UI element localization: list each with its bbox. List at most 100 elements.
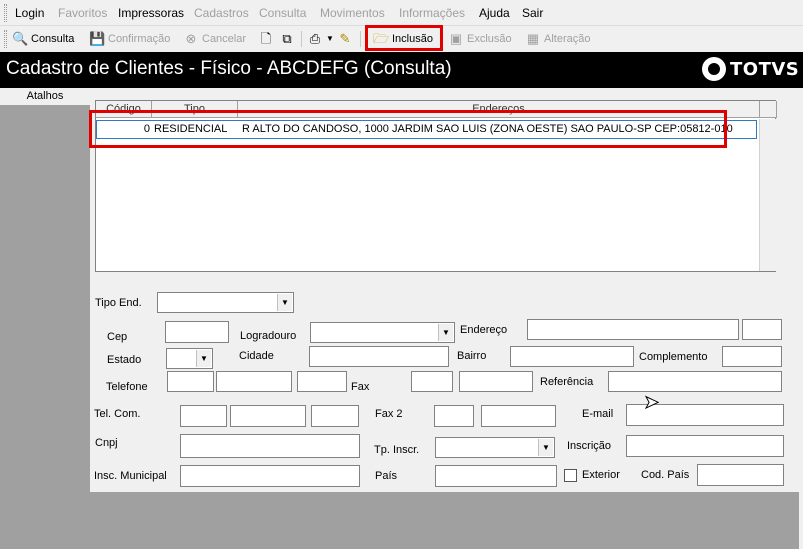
- email-label: E-mail: [582, 408, 614, 420]
- inclusao-highlight-box: [365, 25, 443, 51]
- cancelar-button[interactable]: ⊗ Cancelar: [183, 29, 246, 49]
- fax2-label: Fax 2: [375, 408, 403, 420]
- estado-label: Estado: [107, 354, 142, 366]
- alteracao-label: Alteração: [544, 33, 591, 45]
- menu-informacoes[interactable]: Informações: [399, 6, 465, 20]
- menu-cadastros[interactable]: Cadastros: [194, 6, 249, 20]
- toolbar-grip: [4, 30, 7, 48]
- shortcuts-header[interactable]: Atalhos: [0, 88, 90, 105]
- bairro-field[interactable]: [510, 346, 634, 367]
- cep-field[interactable]: [165, 321, 229, 343]
- confirmacao-label: Confirmação: [108, 33, 171, 45]
- tp-inscr-select[interactable]: ▼: [435, 437, 555, 458]
- tel-com-ddd-field[interactable]: [180, 405, 227, 427]
- tel-com-number-field[interactable]: [230, 405, 306, 427]
- menu-consulta[interactable]: Consulta: [259, 6, 306, 20]
- menu-grip: [4, 4, 7, 22]
- exclusao-label: Exclusão: [467, 33, 512, 45]
- complemento-label: Complemento: [639, 351, 708, 363]
- new-document-icon: 🗋: [260, 31, 272, 46]
- search-edit-button[interactable]: ✎: [337, 29, 353, 49]
- chevron-down-icon[interactable]: ▼: [538, 439, 553, 456]
- row-highlight-box: [89, 110, 727, 148]
- cnpj-label: Cnpj: [95, 437, 118, 449]
- cidade-label: Cidade: [239, 350, 274, 362]
- cod-pais-field[interactable]: [697, 464, 784, 486]
- telefone-ramal-field[interactable]: [297, 371, 347, 392]
- referencia-field[interactable]: [608, 371, 782, 392]
- exterior-checkbox[interactable]: [564, 469, 577, 482]
- numero-field[interactable]: [742, 319, 782, 340]
- alteracao-button[interactable]: ▦ Alteração: [525, 29, 591, 49]
- edit-icon: ▦: [526, 31, 540, 46]
- search-edit-icon: ✎: [339, 31, 351, 46]
- confirmacao-button[interactable]: 💾 Confirmação: [89, 29, 170, 49]
- totvs-logo: TOTVS: [702, 57, 799, 81]
- estado-select[interactable]: ▼: [166, 348, 213, 369]
- inscricao-field[interactable]: [626, 435, 784, 457]
- menu-impressoras[interactable]: Impressoras: [118, 6, 184, 20]
- consulta-button[interactable]: 🔍 Consulta: [12, 29, 74, 49]
- menu-bar: Login Favoritos Impressoras Cadastros Co…: [0, 0, 803, 26]
- endereco-field[interactable]: [527, 319, 739, 340]
- cep-label: Cep: [107, 331, 128, 343]
- menu-login[interactable]: Login: [15, 6, 44, 20]
- consulta-label: Consulta: [31, 33, 75, 45]
- chevron-down-icon[interactable]: ▼: [277, 294, 292, 311]
- cnpj-field[interactable]: [180, 434, 360, 458]
- logradouro-select[interactable]: ▼: [310, 322, 455, 343]
- print-button[interactable]: ⎙ ▼: [307, 29, 334, 49]
- delete-icon: ▣: [449, 31, 463, 46]
- tel-com-label: Tel. Com.: [94, 408, 141, 420]
- insc-municipal-field[interactable]: [180, 465, 360, 487]
- grid-scrollbar[interactable]: [759, 119, 776, 271]
- fax2-ddd-field[interactable]: [434, 405, 474, 427]
- complemento-field[interactable]: [722, 346, 782, 367]
- tp-inscr-label: Tp. Inscr.: [374, 444, 420, 456]
- fax-number-field[interactable]: [459, 371, 533, 392]
- save-icon: 💾: [89, 31, 106, 46]
- totvs-logo-icon: [702, 57, 726, 81]
- chevron-down-icon[interactable]: ▼: [196, 350, 211, 367]
- referencia-label: Referência: [540, 376, 594, 388]
- pais-label: País: [375, 470, 398, 482]
- telefone-number-field[interactable]: [216, 371, 292, 392]
- fax-label: Fax: [351, 381, 370, 393]
- binoculars-icon: 🔍: [12, 31, 29, 46]
- menu-sair[interactable]: Sair: [522, 6, 543, 20]
- toolbar-separator: [360, 31, 361, 47]
- column-header-extra: [760, 101, 777, 118]
- shortcuts-panel: Atalhos: [0, 88, 90, 549]
- new-document-button[interactable]: 🗋: [258, 29, 274, 49]
- cod-pais-label: Cod. País: [641, 469, 690, 481]
- cancelar-label: Cancelar: [202, 33, 247, 45]
- exterior-label: Exterior: [582, 469, 620, 481]
- fax-ddd-field[interactable]: [411, 371, 453, 392]
- bairro-label: Bairro: [457, 350, 487, 362]
- tipo-end-select[interactable]: ▼: [157, 292, 294, 313]
- menu-movimentos[interactable]: Movimentos: [320, 6, 385, 20]
- copy-icon: ⧉: [282, 31, 292, 46]
- pais-field[interactable]: [435, 465, 557, 487]
- cancel-icon: ⊗: [185, 31, 197, 46]
- cidade-field[interactable]: [309, 346, 449, 367]
- telefone-label: Telefone: [106, 381, 148, 393]
- insc-municipal-label: Insc. Municipal: [94, 470, 167, 482]
- chevron-down-icon[interactable]: ▼: [438, 324, 453, 341]
- exclusao-button[interactable]: ▣ Exclusão: [448, 29, 512, 49]
- toolbar-separator: [301, 31, 302, 47]
- tel-com-ramal-field[interactable]: [311, 405, 359, 427]
- menu-favoritos[interactable]: Favoritos: [58, 6, 107, 20]
- chevron-down-icon: ▼: [326, 34, 334, 43]
- title-bar: Cadastro de Clientes - Físico - ABCDEFG …: [0, 52, 803, 88]
- copy-button[interactable]: ⧉: [279, 29, 295, 49]
- page-title: Cadastro de Clientes - Físico - ABCDEFG …: [6, 58, 452, 79]
- tipo-end-label: Tipo End.: [95, 297, 142, 309]
- printer-icon: ⎙: [309, 31, 321, 46]
- menu-ajuda[interactable]: Ajuda: [479, 6, 510, 20]
- telefone-ddd-field[interactable]: [167, 371, 214, 392]
- endereco-label: Endereço: [460, 324, 508, 336]
- mouse-cursor-icon: ➤: [643, 392, 660, 413]
- totvs-logo-text: TOTVS: [730, 58, 800, 80]
- fax2-number-field[interactable]: [481, 405, 556, 427]
